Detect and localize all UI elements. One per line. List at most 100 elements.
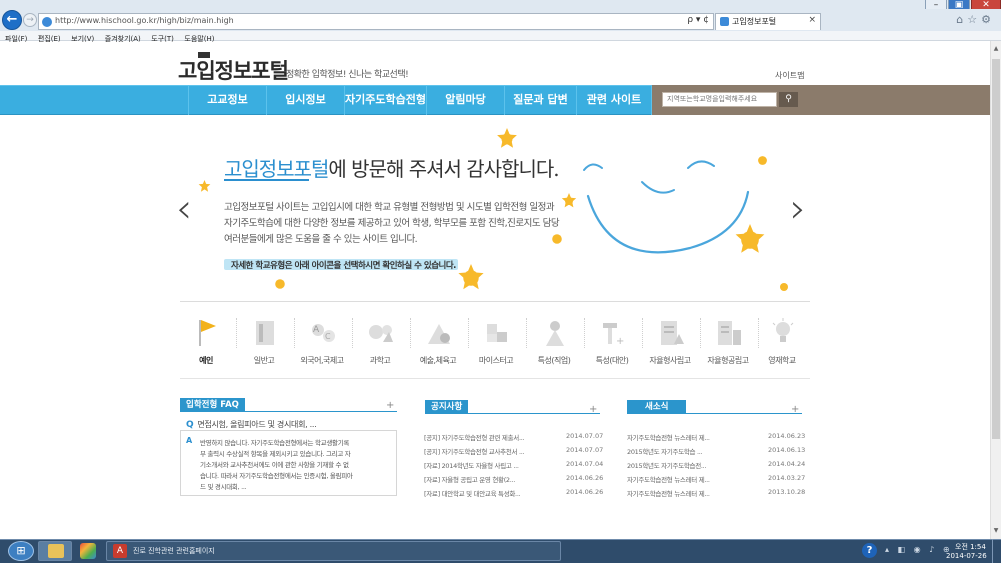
hero-title-underline xyxy=(224,179,309,181)
category-special-vocational[interactable]: 특성(직업) xyxy=(526,310,582,372)
star-icon[interactable]: ☆ xyxy=(967,13,981,26)
news-date: 2014.06.23 xyxy=(768,432,806,440)
media-app-icon[interactable] xyxy=(80,543,96,559)
search-input[interactable]: 지역또는학교명을입력해주세요 xyxy=(662,92,777,107)
site-logo[interactable]: 고입정보포털 xyxy=(178,55,289,85)
category-science[interactable]: 과학고 xyxy=(352,310,408,372)
faq-more-icon[interactable]: + xyxy=(386,400,394,411)
category-arts-sports[interactable]: 예술,체육고 xyxy=(410,310,466,372)
menu-edit[interactable]: 편집(E) xyxy=(38,35,61,44)
category-meister[interactable]: 마이스터고 xyxy=(468,310,524,372)
scroll-thumb[interactable] xyxy=(992,59,1000,439)
menu-favorites[interactable]: 즐겨찾기(A) xyxy=(105,35,141,44)
notice-item[interactable]: [자료] 자율형 공립고 운영 현황(2... xyxy=(424,474,515,484)
scroll-up-icon[interactable]: ▲ xyxy=(992,45,1000,53)
category-autonomous-private[interactable]: 자율형사립고 xyxy=(642,310,698,372)
address-bar[interactable]: http://www.hischool.go.kr/high/biz/main.… xyxy=(38,13,714,30)
news-date: 2014.06.13 xyxy=(768,446,806,454)
show-desktop-button[interactable] xyxy=(992,539,1001,563)
system-tray-icons[interactable]: ▴ ◧ ◉ ♪ ⊕ xyxy=(885,545,953,554)
smiley-left-eye xyxy=(583,163,603,171)
svg-text:A: A xyxy=(313,325,320,335)
faq-answer-line: 부 출력시 수상실적 항목을 제외시키고 있습니다. 그리고 자 xyxy=(200,450,351,458)
nav-qna[interactable]: 질문과 답변 xyxy=(504,85,576,115)
menu-view[interactable]: 보기(V) xyxy=(71,35,94,44)
faq-answer-line: 드 및 경시대회, ... xyxy=(200,483,247,491)
vertical-scrollbar[interactable]: ▲ ▼ xyxy=(990,41,1001,539)
hero-text-line: 여러분들에게 많은 도움을 줄 수 있는 사이트 입니다. xyxy=(224,234,418,245)
hero-note: 자세한 학교유형은 아래 아이콘을 선택하시면 확인하실 수 있습니다. xyxy=(231,261,456,271)
help-icon[interactable]: ? xyxy=(862,543,877,558)
search-button[interactable]: ⚲ xyxy=(779,92,798,107)
smiley-nose xyxy=(641,181,675,194)
notice-date: 2014.06.26 xyxy=(566,474,604,482)
site-favicon-icon xyxy=(42,17,52,27)
meister-blocks-icon xyxy=(487,324,507,342)
category-label: 영재학교 xyxy=(768,356,796,365)
faq-answer-line: 습니다. 따라서 자기주도학습전형에서는 인증시험, 올림피아 xyxy=(200,472,353,480)
address-tools[interactable]: ρ ▾ ¢ xyxy=(687,15,709,25)
browser-tab[interactable]: 고입정보포털 × xyxy=(715,13,821,30)
category-foreign-intl[interactable]: AC 외국어,국제고 xyxy=(294,310,350,372)
news-item[interactable]: 자기주도학습전형 뉴스레터 제... xyxy=(627,474,710,484)
notice-date: 2014.07.07 xyxy=(566,446,604,454)
nav-admission-info[interactable]: 입시정보 xyxy=(266,85,344,115)
notice-item[interactable]: [자료] 2014학년도 자율형 사립고 ... xyxy=(424,460,519,470)
category-gifted[interactable]: 영재학교 xyxy=(754,310,810,372)
folder-icon[interactable] xyxy=(48,544,64,558)
news-more-icon[interactable]: + xyxy=(791,404,799,415)
faq-answer-line: 기소개서와 교사추천서에도 이에 관한 사항을 기재할 수 없 xyxy=(200,461,349,469)
smiley-mouth xyxy=(586,190,750,254)
notice-item[interactable]: [공지] 자기주도학습전형 관련 제출서... xyxy=(424,432,525,442)
carousel-prev-arrow-icon[interactable]: ‹ xyxy=(176,186,192,232)
faq-question[interactable]: Q 면접시험, 올림피아드 및 경시대회, ... xyxy=(186,419,317,430)
category-bottom-border xyxy=(180,378,810,379)
science-molecule-icon xyxy=(369,325,393,342)
forward-arrow-icon[interactable]: → xyxy=(23,13,37,27)
notice-item[interactable]: [공지] 자기주도학습전형 교사추천서 ... xyxy=(424,446,525,456)
category-general-high[interactable]: 일반고 xyxy=(236,310,292,372)
news-item[interactable]: 자기주도학습전형 뉴스레터 제... xyxy=(627,432,710,442)
taskbar-pdf-title: 진로 진학관련 관련홈페이지 xyxy=(133,547,215,555)
nav-related-sites[interactable]: 관련 사이트 xyxy=(576,85,652,115)
notice-date: 2014.07.07 xyxy=(566,432,604,440)
taskbar-pdf-window[interactable]: A 진로 진학관련 관련홈페이지 xyxy=(106,541,561,561)
sitemap-link[interactable]: 사이트맵 xyxy=(775,70,804,81)
sun-star-icon xyxy=(275,279,285,289)
gear-icon[interactable]: ⚙ xyxy=(981,13,995,26)
news-date: 2014.04.24 xyxy=(768,460,806,468)
faq-a-mark: A xyxy=(186,436,193,445)
tab-close-icon[interactable]: × xyxy=(808,15,816,25)
category-special-alternative[interactable]: + 특성(대안) xyxy=(584,310,640,372)
notices-more-icon[interactable]: + xyxy=(589,404,597,415)
search-icon: ⚲ xyxy=(785,94,792,104)
news-item[interactable]: 2015학년도 자기주도학습전... xyxy=(627,460,707,470)
clock-time[interactable]: 오전 1:54 xyxy=(955,542,986,552)
sun-star-icon xyxy=(758,156,767,165)
menu-help[interactable]: 도움말(H) xyxy=(184,35,214,44)
nav-notices[interactable]: 알림마당 xyxy=(426,85,504,115)
clock-date[interactable]: 2014-07-26 xyxy=(946,552,987,560)
vocational-person-icon xyxy=(546,321,564,346)
start-button[interactable]: ⊞ xyxy=(8,541,34,561)
nav-school-info[interactable]: 고교정보 xyxy=(188,85,266,115)
language-letters-icon: AC xyxy=(312,324,335,342)
category-yein[interactable]: 예인 xyxy=(178,310,234,372)
windows-logo-icon: ⊞ xyxy=(16,544,26,557)
svg-text:+: + xyxy=(616,336,624,347)
scroll-down-icon[interactable]: ▼ xyxy=(992,527,1000,535)
nav-self-directed[interactable]: 자기주도학습전형 xyxy=(344,85,426,115)
back-arrow-icon[interactable]: ← xyxy=(2,10,22,30)
news-item[interactable]: 자기주도학습전형 뉴스레터 제... xyxy=(627,488,710,498)
public-school-doc-icon xyxy=(718,321,741,345)
flag-icon xyxy=(199,320,216,346)
site-tagline: 정확한 입학정보! 신나는 학교선택! xyxy=(286,70,409,80)
sun-star-icon xyxy=(552,234,562,244)
menu-tools[interactable]: 도구(T) xyxy=(151,35,174,44)
faq-heading: 입학전형 FAQ xyxy=(180,398,245,412)
notice-item[interactable]: [자료] 대안학교 및 대안교육 특성화... xyxy=(424,488,521,498)
menu-file[interactable]: 파일(F) xyxy=(5,35,27,44)
home-icon[interactable]: ⌂ xyxy=(956,13,967,26)
news-item[interactable]: 2015학년도 자기주도학습 ... xyxy=(627,446,703,456)
hero-text-line: 고입정보포털 사이트는 고입입시에 대한 학교 유형별 전형방법 및 시도별 입… xyxy=(224,202,555,213)
